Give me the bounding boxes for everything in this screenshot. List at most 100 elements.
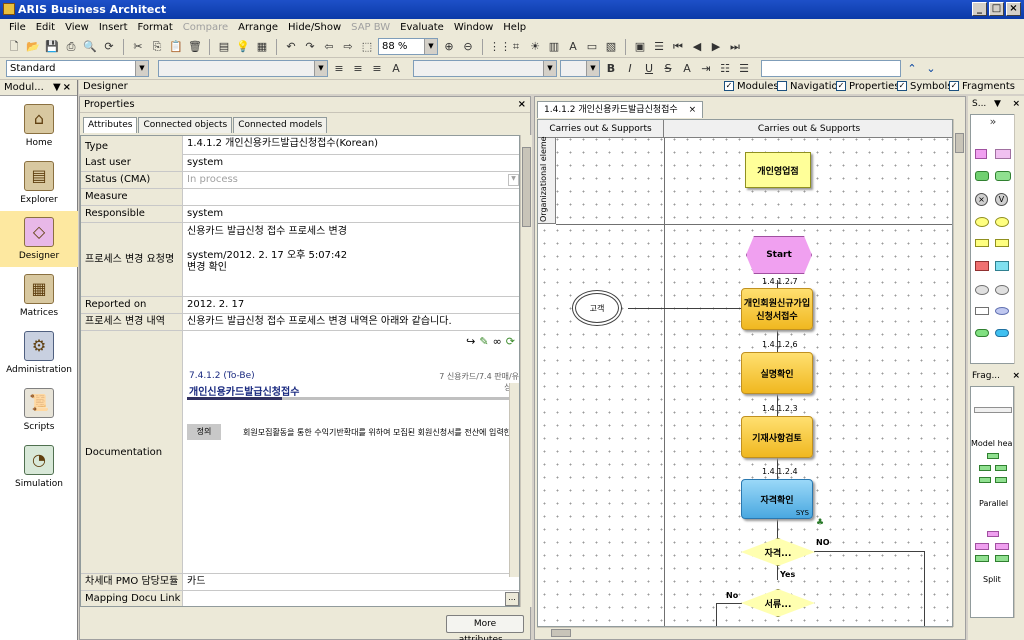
menu-view[interactable]: View — [60, 22, 94, 33]
link-icon[interactable]: ∞ — [493, 335, 502, 348]
data-symbol-icon[interactable] — [995, 307, 1009, 315]
chevron-down-icon[interactable]: ▼ — [135, 61, 148, 76]
chevron-down-icon[interactable]: ▼ — [543, 61, 556, 76]
table-row[interactable]: 차세대 PMO 담당모듈 카드 — [81, 574, 519, 591]
nav-item-simulation[interactable]: ◔ Simulation — [0, 439, 78, 495]
chevron-down-icon[interactable]: ▼ — [424, 39, 437, 54]
application-symbol-icon[interactable] — [995, 329, 1009, 337]
tab-attributes[interactable]: Attributes — [83, 117, 138, 133]
paste-icon[interactable]: 📋 — [168, 39, 184, 55]
table-row[interactable]: Last user system — [81, 155, 519, 172]
properties-scrollbar[interactable] — [520, 135, 532, 607]
menu-evaluate[interactable]: Evaluate — [395, 22, 449, 33]
menu-file[interactable]: File — [4, 22, 31, 33]
delete-icon[interactable]: 🗑 — [187, 39, 203, 55]
check-fragments[interactable]: ✓ Fragments — [949, 80, 1015, 94]
menu-edit[interactable]: Edit — [31, 22, 60, 33]
indent-icon[interactable]: ⇥ — [698, 61, 714, 77]
new-icon[interactable]: 🗋 — [6, 39, 22, 55]
group-icon[interactable]: ▣ — [632, 39, 648, 55]
close-icon[interactable]: × — [1012, 96, 1020, 112]
check-navigation[interactable]: Navigation — [777, 80, 844, 94]
function-symbol-icon[interactable] — [995, 171, 1011, 181]
xor-icon[interactable]: × — [975, 193, 988, 206]
copy-icon[interactable]: ⎘ — [149, 39, 165, 55]
table-row[interactable]: Documentation ↪ ✎ ∞ ⟳ 7.4.1.2 (To-Be) 개인… — [81, 331, 519, 577]
more-attributes-button[interactable]: More attributes... — [446, 615, 524, 640]
table-row[interactable]: Mapping Docu Link ... — [81, 591, 519, 606]
menu-sap-bw[interactable]: SAP BW — [346, 22, 395, 33]
fragments-scrollbar[interactable] — [1014, 386, 1024, 618]
checkbox-checked-icon[interactable]: ✓ — [724, 81, 734, 91]
expand-icon[interactable]: » — [971, 115, 1015, 128]
style-combo[interactable]: Standard ▼ — [6, 60, 149, 77]
table-row[interactable]: 프로세스 변경 요청명 신용카드 발급신청 접수 프로세스 변경 system/… — [81, 223, 519, 297]
close-icon[interactable]: × — [63, 80, 71, 96]
forward-icon[interactable]: ⇨ — [340, 39, 356, 55]
menu-arrange[interactable]: Arrange — [233, 22, 283, 33]
align-center-icon[interactable]: ≡ — [350, 61, 366, 77]
nav-item-administration[interactable]: ⚙ Administration — [0, 325, 78, 381]
risk-symbol-icon[interactable] — [975, 261, 989, 271]
open-icon[interactable]: 📂 — [25, 39, 41, 55]
nav-item-home[interactable]: ⌂ Home — [0, 98, 78, 154]
table-row[interactable]: Measure — [81, 189, 519, 206]
event-symbol-icon[interactable] — [975, 149, 987, 159]
menu-hide-show[interactable]: Hide/Show — [283, 22, 346, 33]
model-head-preview-icon[interactable] — [974, 407, 1012, 413]
menu-help[interactable]: Help — [498, 22, 531, 33]
font-color-icon[interactable]: A — [679, 61, 695, 77]
start-event-node[interactable]: Start — [746, 236, 812, 274]
chevron-down-icon[interactable]: ▼ — [53, 82, 61, 93]
event-symbol-icon[interactable] — [995, 149, 1011, 159]
sun-icon[interactable]: ☀ — [527, 39, 543, 55]
menu-format[interactable]: Format — [133, 22, 178, 33]
refresh-icon[interactable]: ⟳ — [506, 335, 515, 348]
size-combo[interactable]: ▼ — [560, 60, 600, 77]
org-symbol-icon[interactable] — [975, 217, 989, 227]
font-combo[interactable]: ▼ — [158, 60, 328, 77]
zoom-out-icon[interactable]: ⊖ — [460, 39, 476, 55]
parallel-preview-icon[interactable] — [979, 453, 1007, 493]
document-symbol-icon[interactable] — [975, 285, 989, 295]
properties-icon[interactable]: ▤ — [216, 39, 232, 55]
underline-icon[interactable]: U — [641, 61, 657, 77]
nav-item-explorer[interactable]: ▤ Explorer — [0, 155, 78, 211]
numbered-list-icon[interactable]: ☰ — [736, 61, 752, 77]
search-field[interactable] — [761, 60, 901, 77]
customer-node[interactable]: 고객 — [572, 290, 622, 326]
minimize-icon[interactable]: _ — [972, 2, 987, 16]
chevron-down-icon[interactable]: ▼ — [314, 61, 327, 76]
undo-icon[interactable]: ↶ — [283, 39, 299, 55]
function-node-system[interactable]: 자격확인 SYS — [741, 479, 813, 519]
ellipsis-button[interactable]: ... — [505, 592, 519, 606]
close-icon[interactable]: × — [518, 97, 526, 113]
close-icon[interactable]: × — [689, 105, 697, 115]
chevron-down-icon[interactable]: ▼ — [508, 174, 519, 186]
decision-node[interactable]: 서류... — [741, 589, 815, 617]
redo-icon[interactable]: ↷ — [302, 39, 318, 55]
edit-icon[interactable]: ✎ — [479, 335, 488, 348]
grid-icon[interactable]: ⋮⋮ — [489, 39, 511, 55]
org-unit-node[interactable]: 개인영업점 — [745, 152, 811, 188]
arrow-down-icon[interactable]: ⌄ — [923, 61, 939, 77]
select-icon[interactable]: ⬚ — [359, 39, 375, 55]
idea-icon[interactable]: 💡 — [235, 39, 251, 55]
org-symbol-icon[interactable] — [995, 217, 1009, 227]
bold-icon[interactable]: B — [603, 61, 619, 77]
fill-icon[interactable]: ▭ — [584, 39, 600, 55]
application-symbol-icon[interactable] — [975, 329, 989, 337]
position-symbol-icon[interactable] — [995, 239, 1009, 247]
cut-icon[interactable]: ✂ — [130, 39, 146, 55]
or-icon[interactable]: V — [995, 193, 1008, 206]
maximize-icon[interactable]: □ — [989, 2, 1004, 16]
nav-next-icon[interactable]: ▶ — [708, 39, 724, 55]
function-node[interactable]: 기재사항검토 — [741, 416, 813, 458]
canvas-vscroll[interactable] — [953, 119, 965, 627]
position-symbol-icon[interactable] — [975, 239, 989, 247]
arrow-up-icon[interactable]: ⌃ — [904, 61, 920, 77]
text-icon[interactable]: A — [565, 39, 581, 55]
table-row[interactable]: Reported on 2012. 2. 17 — [81, 297, 519, 314]
back-icon[interactable]: ⇦ — [321, 39, 337, 55]
function-node[interactable]: 개인회원신규가입신청서접수 — [741, 288, 813, 330]
